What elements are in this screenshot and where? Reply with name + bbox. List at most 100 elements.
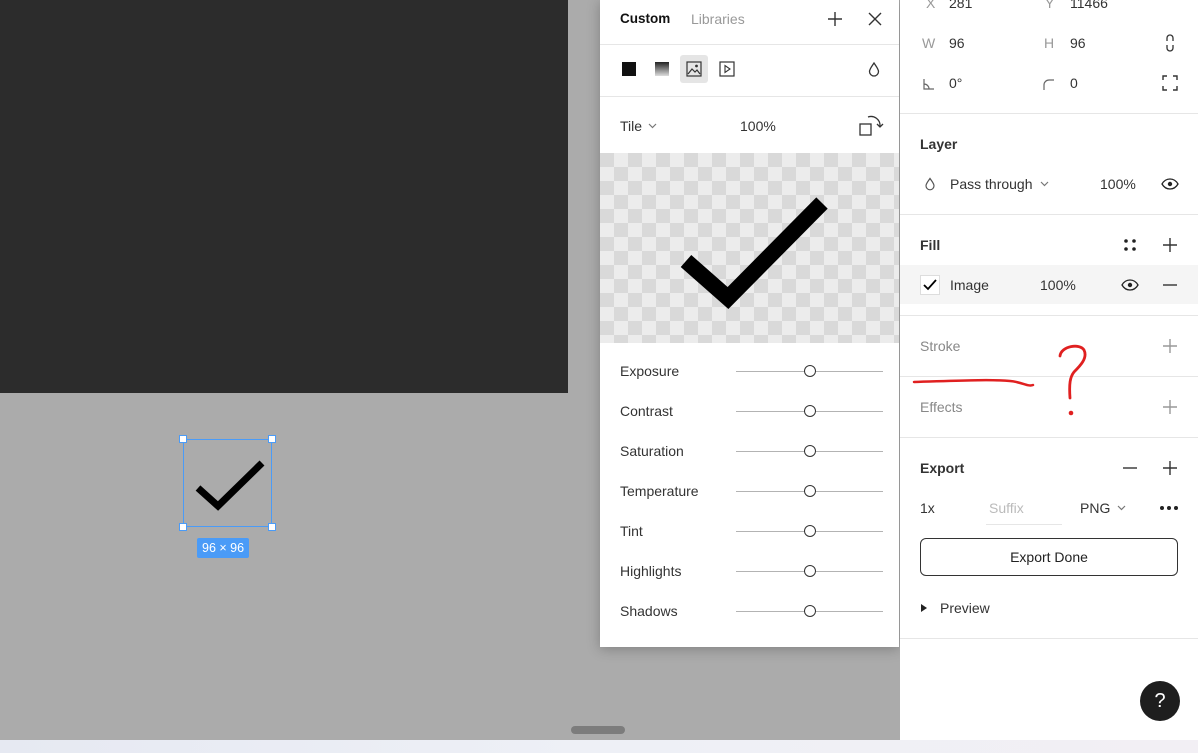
independent-corners-button[interactable] xyxy=(1160,73,1180,93)
fill-opacity-input[interactable]: 100% xyxy=(1040,277,1076,293)
minus-icon xyxy=(1123,467,1137,469)
adjustment-label: Tint xyxy=(620,523,643,539)
image-icon xyxy=(686,61,702,77)
radius-field xyxy=(1038,74,1058,94)
blend-mode-label: Pass through xyxy=(950,176,1033,192)
close-popup-button[interactable] xyxy=(865,9,885,29)
export-scale-input[interactable]: 1x xyxy=(920,500,935,516)
solid-square-icon xyxy=(622,62,636,76)
width-input[interactable]: 96 xyxy=(949,35,965,51)
layer-visibility-button[interactable] xyxy=(1160,174,1180,194)
annotation-scribble xyxy=(912,344,1087,416)
add-stroke-button[interactable] xyxy=(1160,336,1180,356)
gradient-fill-button[interactable] xyxy=(648,55,676,83)
tab-custom[interactable]: Custom xyxy=(620,11,670,26)
export-suffix-input[interactable]: Suffix xyxy=(989,500,1024,516)
checkmark-icon xyxy=(923,279,937,291)
plus-icon xyxy=(1163,238,1177,252)
adjustment-slider-knob[interactable] xyxy=(803,525,816,537)
eye-icon xyxy=(1161,178,1179,190)
image-mode-label: Tile xyxy=(620,118,643,134)
export-format-label: PNG xyxy=(1080,500,1111,516)
adjustment-slider-knob[interactable] xyxy=(803,405,816,417)
image-fill-button[interactable] xyxy=(680,55,708,83)
suffix-underline xyxy=(986,524,1062,525)
export-settings-button[interactable] xyxy=(1159,498,1179,518)
blend-mode-dropdown[interactable]: Pass through xyxy=(950,176,1049,192)
fill-styles-button[interactable] xyxy=(1120,235,1140,255)
width-label: W xyxy=(922,35,936,51)
bottom-bar xyxy=(0,740,1198,753)
angle-icon xyxy=(923,79,934,90)
resize-handle-bottom-left[interactable] xyxy=(179,523,187,531)
minus-icon xyxy=(1163,284,1177,286)
help-button[interactable]: ? xyxy=(1140,681,1180,721)
plus-icon xyxy=(828,12,842,26)
selection-box[interactable] xyxy=(183,439,272,527)
corners-icon xyxy=(1162,75,1178,91)
export-section-title: Export xyxy=(920,460,965,476)
plus-icon xyxy=(1163,400,1177,414)
fill-type-label[interactable]: Image xyxy=(950,277,989,293)
resize-handle-top-right[interactable] xyxy=(268,435,276,443)
add-style-button[interactable] xyxy=(825,9,845,29)
chevron-down-icon xyxy=(1040,181,1048,187)
remove-fill-button[interactable] xyxy=(1160,275,1180,295)
close-icon xyxy=(868,12,882,26)
adjustment-slider-knob[interactable] xyxy=(803,445,816,457)
size-badge: 96 × 96 xyxy=(197,538,250,558)
droplet-icon xyxy=(925,177,935,191)
height-input[interactable]: 96 xyxy=(1070,35,1086,51)
plus-icon xyxy=(1163,339,1177,353)
x-input[interactable]: 281 xyxy=(949,0,972,11)
eye-icon xyxy=(1121,279,1139,291)
solid-fill-button[interactable] xyxy=(615,55,643,83)
link-icon xyxy=(1166,34,1174,52)
image-preview[interactable] xyxy=(600,153,899,343)
panel-divider xyxy=(900,638,1198,639)
styles-grid-icon xyxy=(1124,239,1136,251)
corner-radius-icon xyxy=(1043,79,1054,90)
add-effect-button[interactable] xyxy=(1160,397,1180,417)
panel-divider xyxy=(900,214,1198,215)
image-mode-dropdown[interactable]: Tile xyxy=(620,118,657,134)
adjustment-slider-knob[interactable] xyxy=(803,365,816,377)
x-label: X xyxy=(926,0,936,11)
export-button[interactable]: Export Done xyxy=(920,538,1178,576)
adjustment-label: Exposure xyxy=(620,363,680,379)
add-export-button[interactable] xyxy=(1160,458,1180,478)
adjustment-slider-knob[interactable] xyxy=(803,605,816,617)
fill-popup: Custom Libraries Tile 100% Exposure Cont… xyxy=(600,0,899,647)
blend-mode-button[interactable] xyxy=(860,55,888,83)
resize-handle-top-left[interactable] xyxy=(179,435,187,443)
rotation-field xyxy=(918,74,938,94)
y-input[interactable]: 11466 xyxy=(1070,0,1108,11)
more-icon xyxy=(1160,506,1178,510)
adjustment-slider-knob[interactable] xyxy=(803,485,816,497)
checkmark-icon xyxy=(680,197,828,309)
export-format-dropdown[interactable]: PNG xyxy=(1080,500,1126,516)
layer-opacity-input[interactable]: 100% xyxy=(1100,176,1136,192)
corner-radius-input[interactable]: 0 xyxy=(1070,75,1078,91)
fill-visibility-button[interactable] xyxy=(1120,275,1140,295)
scale-value[interactable]: 100% xyxy=(740,118,776,134)
adjustment-slider-knob[interactable] xyxy=(803,565,816,577)
triangle-right-icon xyxy=(921,604,927,612)
resize-handle-bottom-right[interactable] xyxy=(268,523,276,531)
droplet-icon xyxy=(868,61,880,77)
tab-libraries[interactable]: Libraries xyxy=(691,11,745,27)
rotate-button[interactable] xyxy=(858,114,884,138)
panel-divider xyxy=(900,113,1198,114)
scroll-handle[interactable] xyxy=(571,726,625,734)
add-fill-button[interactable] xyxy=(1160,235,1180,255)
adjustment-label: Temperature xyxy=(620,483,699,499)
dark-frame[interactable] xyxy=(0,0,568,393)
video-fill-button[interactable] xyxy=(713,55,741,83)
constrain-proportions-button[interactable] xyxy=(1160,33,1180,53)
rotation-input[interactable]: 0° xyxy=(949,75,962,91)
panel-divider xyxy=(900,315,1198,316)
remove-export-button[interactable] xyxy=(1120,458,1140,478)
fill-thumbnail[interactable] xyxy=(920,275,940,295)
video-icon xyxy=(719,61,735,77)
export-preview-toggle[interactable]: Preview xyxy=(920,600,990,616)
